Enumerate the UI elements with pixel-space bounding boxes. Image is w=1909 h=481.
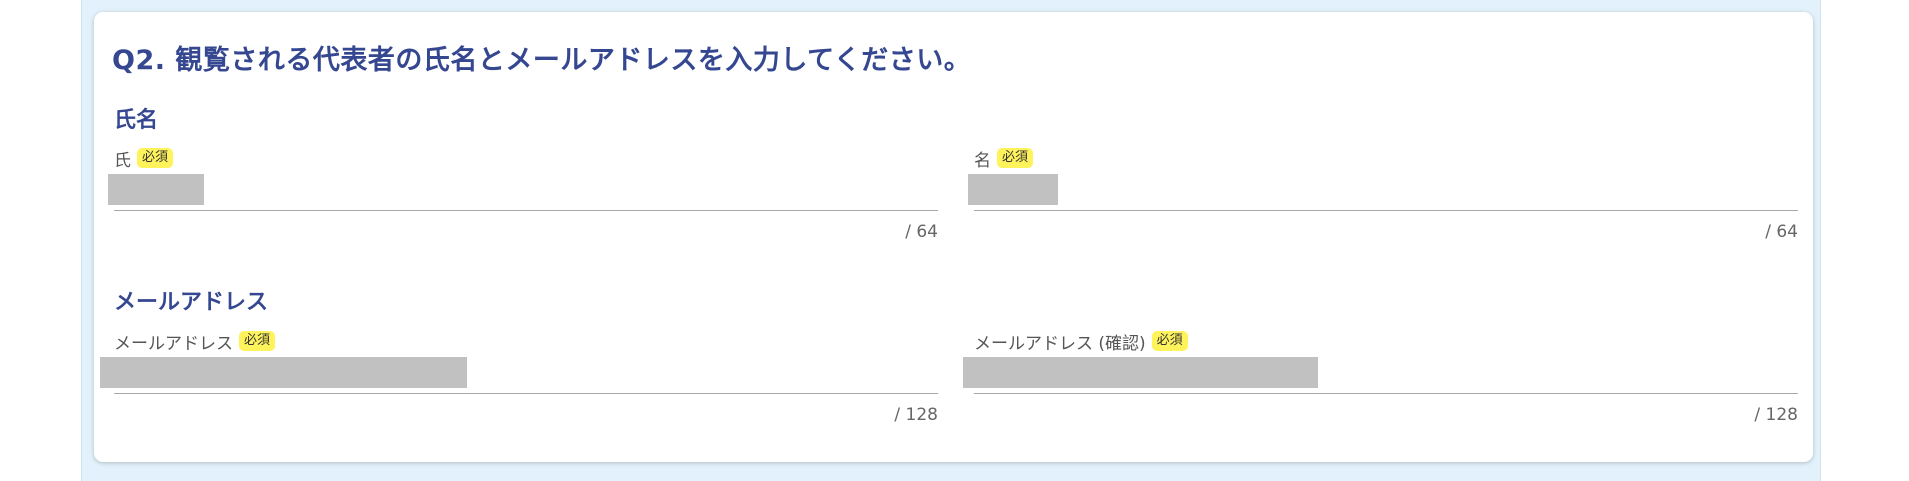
email-underline [114,393,938,394]
email-confirm-label: メールアドレス (確認) [974,333,1146,354]
last-name-char-counter: / 64 [905,222,938,242]
section-label-email: メールアドレス [114,290,269,315]
email-label: メールアドレス [114,333,233,354]
first-name-char-counter: / 64 [1765,222,1798,242]
last-name-field: 氏 必須 / 64 [108,146,938,246]
email-confirm-underline [974,393,1798,394]
email-confirm-field: メールアドレス (確認) 必須 / 128 [963,329,1798,429]
email-label-row: メールアドレス 必須 [114,329,276,354]
first-name-label-row: 名 必須 [974,146,1034,171]
required-badge: 必須 [137,148,174,168]
last-name-label: 氏 [114,150,131,171]
question-title: Q2. 観覧される代表者の氏名とメールアドレスを入力してください。 [112,45,972,76]
last-name-label-row: 氏 必須 [114,146,174,171]
first-name-input[interactable] [968,174,1058,205]
question-card: Q2. 観覧される代表者の氏名とメールアドレスを入力してください。 氏名 氏 必… [94,12,1813,462]
last-name-input[interactable] [108,174,204,205]
email-field: メールアドレス 必須 / 128 [100,329,938,429]
email-confirm-char-counter: / 128 [1754,405,1798,425]
email-char-counter: / 128 [894,405,938,425]
email-confirm-label-row: メールアドレス (確認) 必須 [974,329,1188,354]
required-badge: 必須 [1151,331,1188,351]
email-input[interactable] [100,357,467,388]
first-name-underline [974,210,1798,211]
last-name-underline [114,210,938,211]
required-badge: 必須 [997,148,1034,168]
required-badge: 必須 [239,331,276,351]
first-name-label: 名 [974,150,991,171]
email-confirm-input[interactable] [963,357,1318,388]
section-label-name: 氏名 [114,108,159,133]
first-name-field: 名 必須 / 64 [968,146,1798,246]
